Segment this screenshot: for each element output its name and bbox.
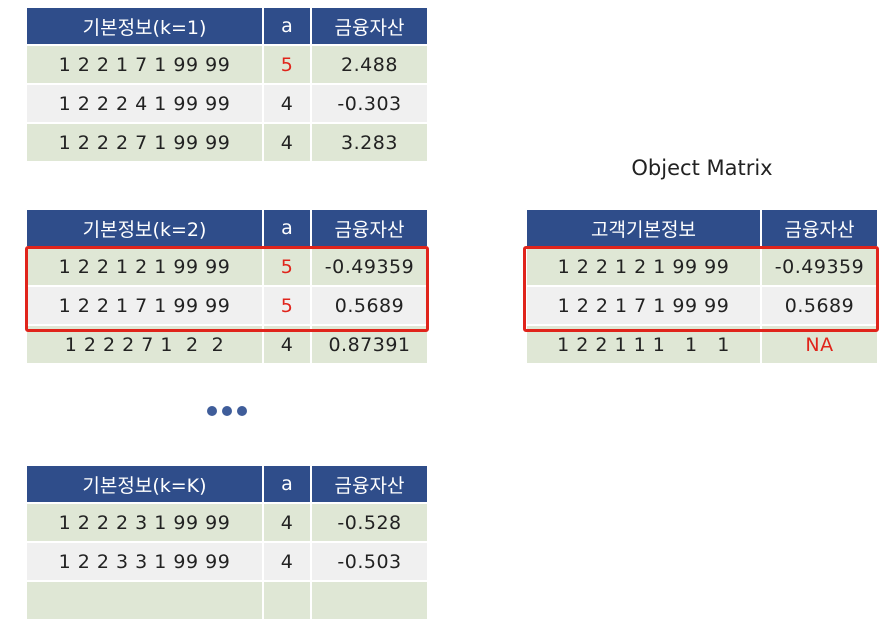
table-row: 1 2 2 3 3 1 99 99 4 -0.503 [27,542,427,582]
header-a: a [263,210,312,248]
object-matrix-title: Object Matrix [631,156,773,180]
cell-basic-info: 1 2 2 1 7 1 99 99 [27,45,264,85]
table-row [27,581,427,621]
cell-a: 4 [263,542,312,582]
cell-basic-info [27,581,264,621]
table-row: 1 2 2 1 2 1 99 99 -0.49359 [527,247,877,287]
table-row: 1 2 2 1 1 1 1 1 NA [527,325,877,365]
table-row: 1 2 2 2 7 1 99 99 4 3.283 [27,123,427,163]
cell-financial-asset: 2.488 [311,45,427,85]
cell-a: 4 [263,123,312,163]
cell-a: 4 [263,503,312,543]
cell-financial-asset: 3.283 [311,123,427,163]
dot [222,406,232,416]
cell-a: 4 [263,325,312,365]
cell-financial-asset: 0.5689 [311,286,427,326]
cell-financial-asset: -0.303 [311,84,427,124]
header-a: a [263,466,312,504]
header-customer-basic-info: 고객기본정보 [527,210,762,248]
cell-financial-asset: -0.49359 [761,247,877,287]
header-basic-info: 기본정보(k=2) [27,210,264,248]
cell-basic-info: 1 2 2 2 3 1 99 99 [27,503,264,543]
dot [237,406,247,416]
header-basic-info: 기본정보(k=K) [27,466,264,504]
cell-basic-info: 1 2 2 2 4 1 99 99 [27,84,264,124]
table-row: 1 2 2 1 2 1 99 99 5 -0.49359 [27,247,427,287]
header-financial-asset: 금융자산 [311,8,427,46]
cell-customer-basic-info: 1 2 2 1 2 1 99 99 [527,247,762,287]
cell-financial-asset: 0.87391 [311,325,427,365]
table-row: 1 2 2 1 7 1 99 99 0.5689 [527,286,877,326]
table-k1: 기본정보(k=1) a 금융자산 1 2 2 1 7 1 99 99 5 2.4… [27,8,427,163]
cell-financial-asset [311,581,427,621]
table-row: 1 2 2 1 7 1 99 99 5 2.488 [27,45,427,85]
table-row: 1 2 2 1 7 1 99 99 5 0.5689 [27,286,427,326]
table-row: 1 2 2 2 4 1 99 99 4 -0.303 [27,84,427,124]
cell-financial-asset: 0.5689 [761,286,877,326]
ellipsis-icon [207,406,247,416]
table-k2: 기본정보(k=2) a 금융자산 1 2 2 1 2 1 99 99 5 -0.… [27,210,427,365]
cell-basic-info: 1 2 2 2 7 1 99 99 [27,123,264,163]
table-kK: 기본정보(k=K) a 금융자산 1 2 2 2 3 1 99 99 4 -0.… [27,466,427,621]
table-row: 1 2 2 2 7 1 2 2 4 0.87391 [27,325,427,365]
object-matrix-table: 고객기본정보 금융자산 1 2 2 1 2 1 99 99 -0.49359 1… [527,210,877,365]
table-header-row: 기본정보(k=1) a 금융자산 [27,8,427,46]
table-row: 1 2 2 2 3 1 99 99 4 -0.528 [27,503,427,543]
header-financial-asset: 금융자산 [761,210,877,248]
header-basic-info: 기본정보(k=1) [27,8,264,46]
table-header-row: 기본정보(k=2) a 금융자산 [27,210,427,248]
table-header-row: 고객기본정보 금융자산 [527,210,877,248]
header-a: a [263,8,312,46]
cell-a: 4 [263,84,312,124]
cell-basic-info: 1 2 2 1 2 1 99 99 [27,247,264,287]
cell-financial-asset: -0.503 [311,542,427,582]
cell-a: 5 [263,286,312,326]
cell-basic-info: 1 2 2 3 3 1 99 99 [27,542,264,582]
header-financial-asset: 금융자산 [311,210,427,248]
cell-a [263,581,312,621]
cell-a: 5 [263,45,312,85]
cell-financial-asset: -0.528 [311,503,427,543]
cell-basic-info: 1 2 2 1 7 1 99 99 [27,286,264,326]
table-header-row: 기본정보(k=K) a 금융자산 [27,466,427,504]
cell-basic-info: 1 2 2 2 7 1 2 2 [27,325,264,365]
dot [207,406,217,416]
cell-financial-asset: NA [761,325,877,365]
cell-customer-basic-info: 1 2 2 1 7 1 99 99 [527,286,762,326]
header-financial-asset: 금융자산 [311,466,427,504]
cell-financial-asset: -0.49359 [311,247,427,287]
cell-customer-basic-info: 1 2 2 1 1 1 1 1 [527,325,762,365]
cell-a: 5 [263,247,312,287]
